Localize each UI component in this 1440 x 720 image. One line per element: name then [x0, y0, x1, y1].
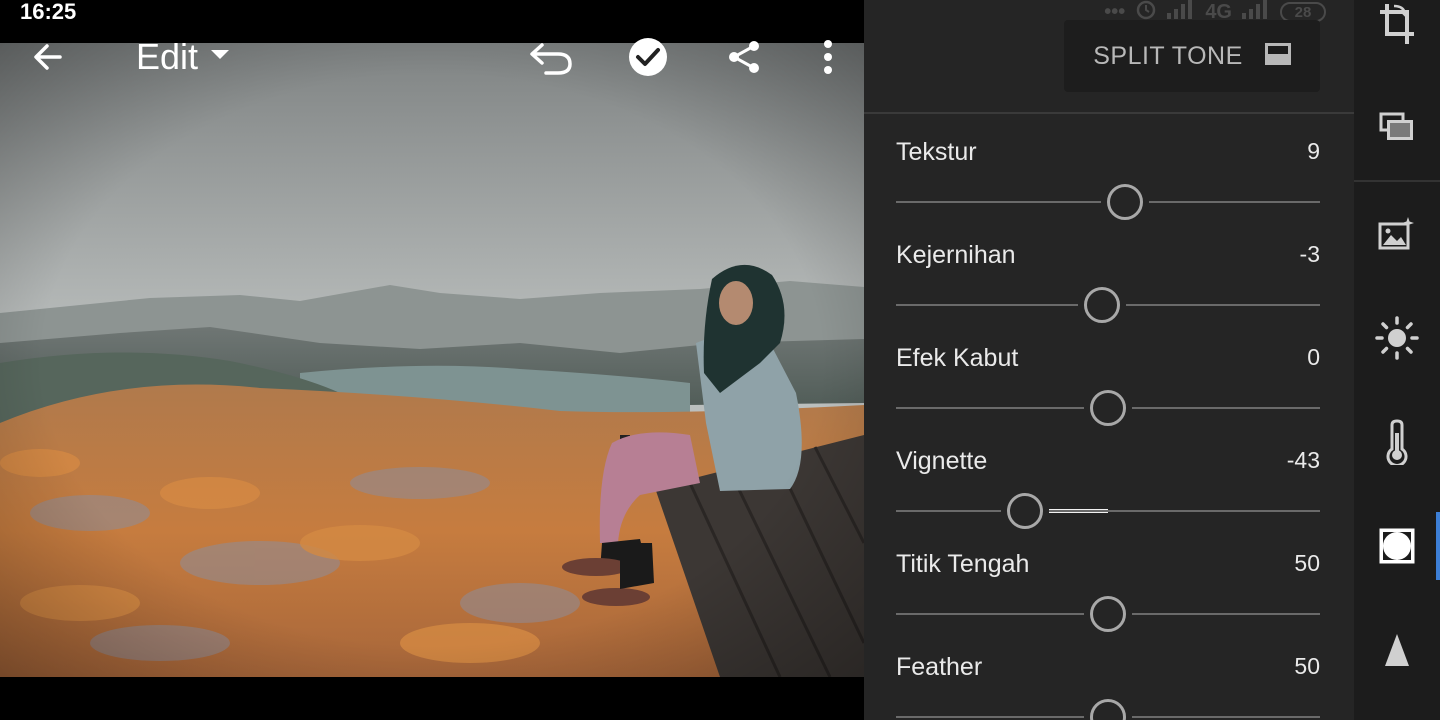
photo-canvas[interactable]	[0, 43, 864, 677]
slider-value: -3	[1299, 241, 1320, 267]
top-toolbar: Edit	[0, 33, 864, 83]
slider-value: 9	[1307, 138, 1320, 164]
edit-panel: ••• 4G 28 SPLIT TONE Tekstur 9 Kejerniha…	[864, 0, 1354, 720]
slider-row-feather: Feather 50	[896, 653, 1320, 720]
track-right	[1132, 613, 1320, 615]
slider-thumb[interactable]	[1090, 596, 1126, 632]
slider-thumb[interactable]	[1084, 287, 1121, 323]
track-right	[1132, 407, 1320, 409]
slider-value: -43	[1286, 447, 1320, 473]
slider-label: Kejernihan	[896, 241, 1016, 269]
panel-divider	[864, 112, 1354, 114]
effects-icon[interactable]	[1354, 516, 1440, 576]
light-icon[interactable]	[1354, 308, 1440, 368]
slider-track[interactable]	[896, 596, 1320, 632]
back-arrow-icon[interactable]	[24, 33, 72, 81]
undo-icon[interactable]	[528, 33, 576, 81]
rail-separator	[1354, 180, 1440, 182]
tool-rail	[1354, 0, 1440, 720]
more-vertical-icon[interactable]	[804, 33, 852, 81]
split-tone-icon	[1264, 42, 1291, 70]
photo-area: 16:25 Edit	[0, 0, 864, 720]
track-left	[896, 510, 1001, 512]
track-right	[1126, 304, 1320, 306]
crop-icon[interactable]	[1354, 0, 1440, 54]
color-temperature-icon[interactable]	[1354, 412, 1440, 472]
slider-thumb[interactable]	[1006, 493, 1043, 529]
check-icon[interactable]	[624, 33, 672, 81]
slider-label: Feather	[896, 653, 983, 681]
slider-value: 0	[1307, 344, 1320, 370]
slider-thumb[interactable]	[1090, 390, 1126, 426]
slider-row-vignette: Vignette -43	[896, 447, 1320, 529]
slider-thumb[interactable]	[1107, 184, 1144, 220]
presets-icon[interactable]	[1354, 98, 1440, 158]
slider-row-efek-kabut: Efek Kabut 0	[896, 344, 1320, 426]
slider-value: 50	[1294, 653, 1320, 679]
battery-icon: 28	[1280, 2, 1326, 22]
auto-enhance-icon[interactable]	[1354, 204, 1440, 264]
track-left	[896, 613, 1084, 615]
track-right	[1132, 716, 1320, 718]
mode-dropdown[interactable]: Edit	[136, 35, 230, 79]
slider-label: Efek Kabut	[896, 344, 1019, 372]
slider-label: Tekstur	[896, 138, 977, 166]
track-right	[1048, 510, 1320, 512]
slider-track[interactable]	[896, 699, 1320, 720]
split-tone-label: SPLIT TONE	[1093, 41, 1243, 70]
detail-icon[interactable]	[1354, 620, 1440, 680]
slider-thumb[interactable]	[1090, 699, 1126, 720]
track-left	[896, 407, 1084, 409]
slider-row-titik-tengah: Titik Tengah 50	[896, 550, 1320, 632]
track-left	[896, 304, 1079, 306]
slider-label: Vignette	[896, 447, 988, 475]
status-time: 16:25	[20, 0, 77, 24]
dropdown-caret-icon	[210, 48, 230, 66]
slider-track[interactable]	[896, 493, 1320, 529]
track-left	[896, 201, 1102, 203]
slider-label: Titik Tengah	[896, 550, 1030, 578]
slider-row-kejernihan: Kejernihan -3	[896, 241, 1320, 323]
slider-track[interactable]	[896, 287, 1320, 323]
mode-label: Edit	[136, 36, 199, 77]
slider-track[interactable]	[896, 390, 1320, 426]
slider-track[interactable]	[896, 184, 1320, 220]
slider-value: 50	[1294, 550, 1320, 576]
slider-row-tekstur: Tekstur 9	[896, 138, 1320, 220]
share-icon[interactable]	[720, 33, 768, 81]
split-tone-button[interactable]: SPLIT TONE	[1064, 20, 1320, 92]
track-right	[1149, 201, 1320, 203]
track-left	[896, 716, 1084, 718]
